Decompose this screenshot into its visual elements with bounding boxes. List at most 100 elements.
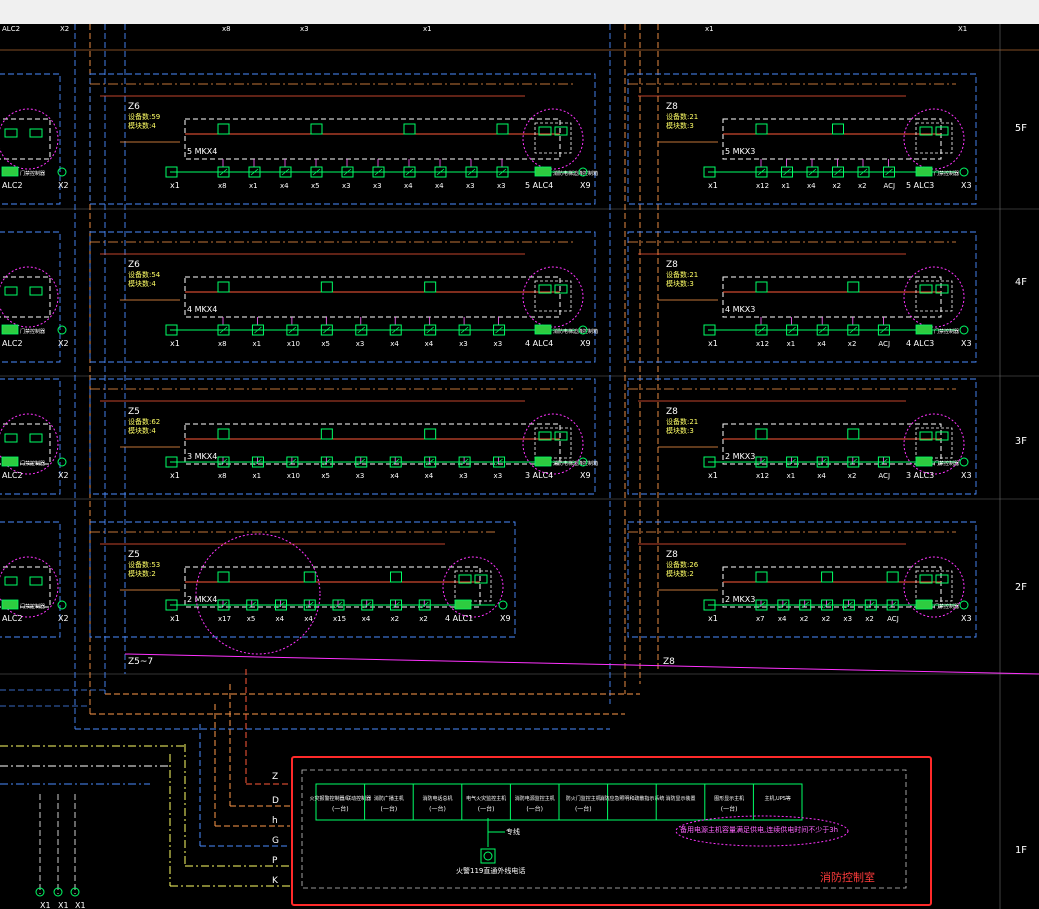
right-device-label: X3: [961, 471, 972, 480]
right-device-label: X3: [961, 614, 972, 623]
control-room-cell-title: 主机,UPS等: [764, 795, 790, 802]
device-label: x3: [342, 182, 351, 190]
device-label: x2: [858, 182, 867, 190]
end-device-icon: [959, 600, 969, 610]
device-count: 设备数:26: [666, 560, 699, 569]
device-label: x4: [807, 182, 816, 190]
module-box: [184, 118, 561, 160]
control-room-cell-qty: (一台): [478, 805, 495, 813]
module-label: 2 MKX3: [725, 595, 755, 604]
device-count: 设备数:21: [666, 417, 698, 426]
floor-label-4f: 4F: [1015, 277, 1027, 288]
device-label: x8: [218, 340, 227, 348]
device-label: x3: [356, 340, 365, 348]
zone-label: Z8: [666, 407, 678, 417]
revision-cloud: [522, 108, 584, 170]
floor-panel: Z5设备数:53模块数:2 2 MKX4 x1 x17 x5 x4 x4 x15 x4 x2 x2 4…: [89, 521, 516, 638]
alarm-label: ALC2: [2, 181, 23, 190]
module-label: 2 MKX3: [725, 452, 755, 461]
control-room-title: 消防控制室: [820, 870, 875, 884]
device-label: x4: [390, 340, 399, 348]
alarm-label: 3 ALC3: [906, 471, 934, 480]
door-controller-icon: [915, 166, 933, 177]
floor-label-5f: 5F: [1015, 123, 1027, 134]
zone-label: Z8: [666, 102, 678, 112]
device-count: 设备数:59: [128, 112, 160, 121]
device-label: x12: [756, 472, 769, 480]
control-room-cell-qty: (一台): [526, 805, 543, 813]
device-label: x1: [782, 182, 791, 190]
right-device-label: X3: [961, 339, 972, 348]
top-label: x1: [423, 25, 432, 33]
floor-label-2f: 2F: [1015, 582, 1027, 593]
left-device-label: x1: [170, 339, 180, 348]
device-label: x12: [756, 340, 769, 348]
alarm-label: ALC2: [2, 471, 23, 480]
zone-label: Z6: [128, 102, 140, 112]
left-device-label: x1: [708, 614, 718, 623]
device-label: x2: [848, 472, 857, 480]
control-room-cell-title: 防火门监控主机: [566, 795, 601, 802]
right-device-label: X9: [580, 339, 591, 348]
controller-label: 消防电梯迫降控制箱: [553, 170, 598, 177]
controller-label: 门禁控制器: [934, 460, 959, 467]
device-label: ACJ: [878, 340, 890, 348]
device-label: x4: [390, 472, 399, 480]
controller-label: 门禁控制器: [20, 328, 45, 335]
control-room-cell-qty: (一台): [381, 805, 398, 813]
module-count: 模块数:3: [666, 121, 694, 130]
module-label: 2 MKX4: [187, 595, 217, 604]
right-device-label: X2: [58, 471, 69, 480]
device-label: x4: [276, 615, 285, 623]
device-label: x3: [494, 472, 503, 480]
end-device-icon: [959, 457, 969, 467]
device-label: x3: [459, 472, 468, 480]
cad-drawing[interactable]: 5F 4F 3F 2F 1F ALC2 X2 x8 x3 x1 x1 X1 Z5…: [0, 24, 1039, 909]
door-controller-icon: [1, 166, 19, 177]
device-count: 设备数:53: [128, 560, 160, 569]
left-device-label: x1: [170, 181, 180, 190]
module-box: [184, 423, 561, 465]
device-label: ACJ: [878, 472, 890, 480]
door-controller-icon: [1, 456, 19, 467]
device-label: x4: [362, 615, 371, 623]
end-device-icon: [57, 325, 67, 335]
device-label: x2: [419, 615, 428, 623]
device-count: 设备数:62: [128, 417, 160, 426]
module-icon: [755, 428, 768, 440]
controller-label: 消防电梯迫降控制箱: [553, 328, 598, 335]
top-label: ALC2: [2, 25, 20, 33]
right-device-label: X9: [580, 471, 591, 480]
door-controller-icon: [915, 324, 933, 335]
module-label: 4 MKX3: [725, 305, 755, 314]
alarm-label: ALC2: [2, 339, 23, 348]
cad-viewport[interactable]: 5F 4F 3F 2F 1F ALC2 X2 x8 x3 x1 x1 X1 Z5…: [0, 24, 1039, 909]
module-icon: [320, 428, 333, 440]
device-label: x4: [778, 615, 787, 623]
module-icon: [390, 571, 402, 583]
controller-label: 门禁控制器: [20, 603, 45, 610]
device-label: x15: [333, 615, 346, 623]
floor-panel: Z8设备数:21模块数:3 2 MKX3 x1 x12 x1 x4 x2 ACJ 3 ALC3门…: [627, 378, 977, 495]
alarm-label: ALC2: [2, 614, 23, 623]
module-icon: [755, 281, 768, 293]
device-label: x2: [833, 182, 842, 190]
module-icon: [424, 281, 437, 293]
right-device-label: X9: [500, 614, 511, 623]
device-label: x2: [391, 615, 400, 623]
left-device-label: x1: [708, 181, 718, 190]
phone-label: 火警119直通外线电话: [456, 866, 525, 875]
device-label: x3: [459, 340, 468, 348]
control-room-cell-qty: (一台): [332, 805, 349, 813]
device-label: x3: [843, 615, 852, 623]
phone-icon: [480, 848, 496, 864]
zone-label: Z6: [128, 260, 140, 270]
end-device-icon: [498, 600, 508, 610]
device-label: x4: [280, 182, 289, 190]
device-label: x12: [756, 182, 769, 190]
alarm-label: 5 ALC4: [525, 181, 553, 190]
door-controller-icon: [1, 599, 19, 610]
device-label: x3: [494, 340, 503, 348]
device-label: x4: [425, 340, 434, 348]
device-count: 设备数:21: [666, 270, 698, 279]
